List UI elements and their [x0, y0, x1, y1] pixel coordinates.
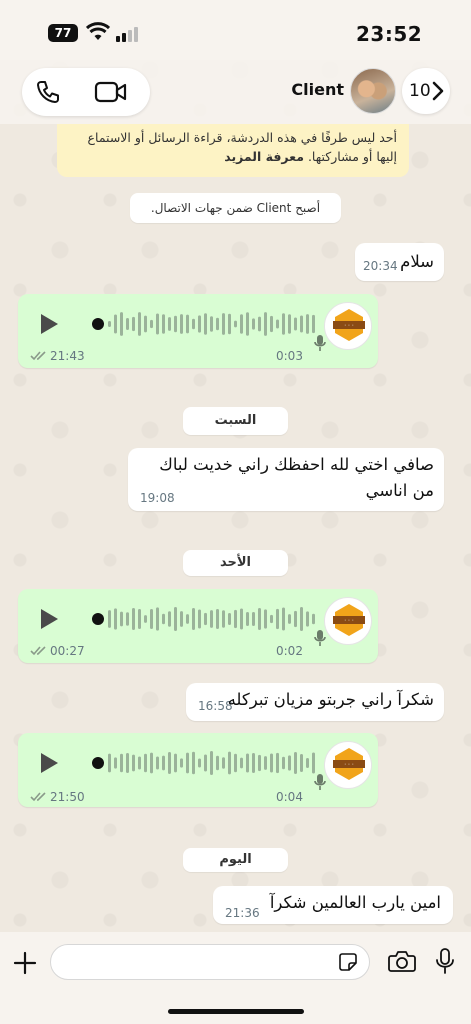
microphone-icon[interactable]: [435, 947, 455, 975]
voice-duration: 0:02: [276, 644, 303, 658]
date-separator: الأحد: [183, 550, 288, 576]
message-input[interactable]: [50, 944, 370, 980]
message-bubble[interactable]: 16:58 شكرآ راني جربتو مزيان تبركله: [186, 683, 444, 721]
contact-avatar[interactable]: [350, 68, 396, 114]
status-bar: 77 23:52: [0, 0, 471, 60]
message-bubble[interactable]: 20:34 سلام: [355, 243, 444, 281]
svg-text:· · ·: · · ·: [344, 762, 354, 769]
message-time: 19:08: [140, 491, 175, 505]
svg-text:· · ·: · · ·: [344, 323, 354, 330]
back-button[interactable]: 10: [402, 68, 450, 114]
date-separator: اليوم: [183, 848, 288, 872]
double-check-icon: [30, 351, 46, 361]
message-text: سلام: [400, 252, 434, 271]
sender-avatar: · · ·: [324, 741, 372, 789]
voice-message[interactable]: · · · 0:03 21:43: [18, 294, 378, 368]
encryption-notice[interactable]: أحد ليس طرفًا في هذه الدردشة، قراءة الرس…: [57, 124, 409, 177]
system-message: أصبح Client ضمن جهات الاتصال.: [130, 193, 341, 223]
message-text: شكرآ راني جربتو مزيان تبركله: [227, 690, 434, 709]
play-icon[interactable]: [38, 751, 60, 775]
signal-icon: [116, 27, 138, 42]
sticker-icon[interactable]: [338, 952, 358, 972]
voice-message[interactable]: · · · 0:04 21:50: [18, 733, 378, 807]
play-icon[interactable]: [38, 607, 60, 631]
camera-icon[interactable]: [388, 949, 416, 973]
phone-icon[interactable]: [34, 78, 62, 106]
date-separator: السبت: [183, 407, 288, 435]
microphone-icon: [314, 335, 326, 351]
wifi-icon: [86, 22, 110, 40]
playback-head[interactable]: [92, 613, 104, 625]
learn-more-link[interactable]: معرفة المزيد: [224, 149, 304, 164]
battery-icon: 77: [48, 24, 78, 42]
waveform: [108, 607, 315, 631]
voice-duration: 0:04: [276, 790, 303, 804]
play-icon[interactable]: [38, 312, 60, 336]
plus-icon[interactable]: [12, 950, 38, 976]
unread-count: 10: [409, 81, 431, 101]
contact-name[interactable]: Client: [290, 80, 344, 99]
sender-avatar: · · ·: [324, 302, 372, 350]
waveform: [108, 312, 315, 336]
message-time: 21:43: [50, 349, 85, 363]
call-actions: [22, 68, 150, 116]
message-bubble[interactable]: صافي اختي لله احفظك راني خديت لباك من ان…: [128, 448, 444, 511]
home-indicator: [168, 1009, 304, 1014]
video-icon[interactable]: [94, 80, 128, 104]
status-time: 23:52: [356, 22, 423, 46]
playback-head[interactable]: [92, 318, 104, 330]
double-check-icon: [30, 792, 46, 802]
message-time: 21:50: [50, 790, 85, 804]
message-text: صافي اختي لله احفظك راني خديت لباك من ان…: [159, 455, 434, 500]
chevron-right-icon: [432, 81, 444, 101]
message-text: امين يارب العالمين شكرآ: [269, 893, 441, 912]
message-bubble[interactable]: 21:36 امين يارب العالمين شكرآ: [213, 886, 453, 924]
voice-message[interactable]: · · · 0:02 00:27: [18, 589, 378, 663]
svg-text:· · ·: · · ·: [344, 618, 354, 625]
sender-avatar: · · ·: [324, 597, 372, 645]
message-time: 21:36: [225, 906, 260, 920]
waveform: [108, 751, 315, 775]
voice-duration: 0:03: [276, 349, 303, 363]
microphone-icon: [314, 774, 326, 790]
playback-head[interactable]: [92, 757, 104, 769]
microphone-icon: [314, 630, 326, 646]
double-check-icon: [30, 646, 46, 656]
message-time: 20:34: [363, 259, 398, 273]
chat-header: Client 10: [0, 60, 471, 124]
message-time: 00:27: [50, 644, 85, 658]
